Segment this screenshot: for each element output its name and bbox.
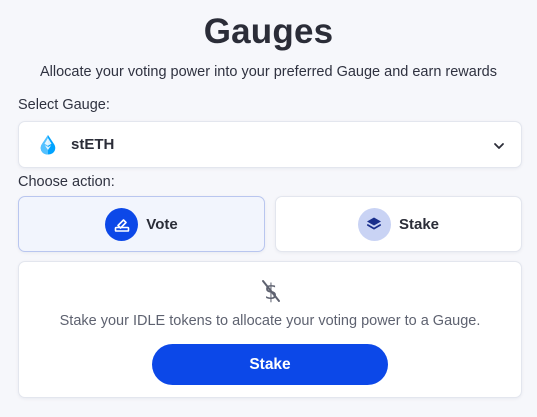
vote-action-label: Vote xyxy=(146,215,178,233)
chevron-down-icon[interactable] xyxy=(493,139,505,151)
vote-ballot-icon xyxy=(105,207,139,241)
select-gauge-label: Select Gauge: xyxy=(18,97,110,113)
selected-gauge-name: stETH xyxy=(71,136,115,153)
gauge-select-dropdown[interactable]: stETH xyxy=(18,121,522,168)
layers-icon xyxy=(357,207,391,241)
page-title: Gauges xyxy=(203,12,334,51)
dollar-slash-icon: $ xyxy=(259,278,283,304)
stake-panel: $ Stake your IDLE tokens to allocate you… xyxy=(18,261,522,398)
stake-action-label: Stake xyxy=(398,215,440,233)
stake-action-button[interactable]: Stake xyxy=(275,196,522,252)
choose-action-label: Choose action: xyxy=(18,174,115,190)
stake-button[interactable]: Stake xyxy=(152,344,388,385)
steth-drop-icon xyxy=(39,134,57,156)
gauges-page: Gauges Allocate your voting power into y… xyxy=(0,0,537,417)
stake-info-text: Stake your IDLE tokens to allocate your … xyxy=(59,313,481,329)
vote-action-button[interactable]: Vote xyxy=(18,196,265,252)
page-subtitle: Allocate your voting power into your pre… xyxy=(39,64,497,80)
